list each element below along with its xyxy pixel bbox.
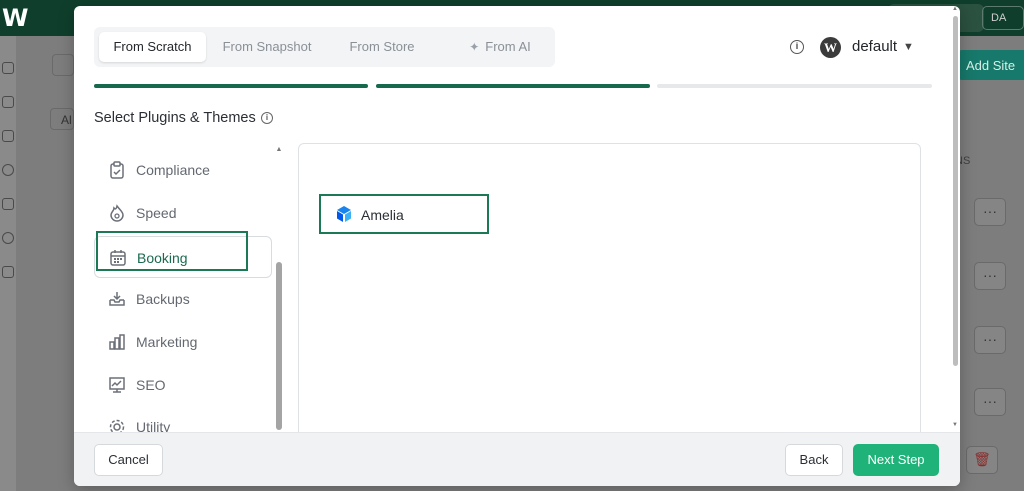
info-icon[interactable]: i	[261, 112, 273, 124]
category-label: Utility	[136, 419, 171, 432]
tab-label: From Scratch	[113, 39, 192, 54]
category-item-utility[interactable]: Utility	[94, 406, 272, 432]
category-label: Compliance	[136, 162, 210, 178]
gear-icon	[109, 419, 125, 432]
plugin-label: Amelia	[361, 207, 404, 223]
amelia-logo-icon	[337, 206, 351, 222]
row-more-button[interactable]: ···	[974, 262, 1006, 290]
create-site-modal: From Scratch From Snapshot From Store ✦ F…	[74, 6, 960, 486]
clipboard-check-icon	[110, 161, 124, 179]
tab-from-store[interactable]: From Store	[334, 32, 430, 62]
tab-label: From Store	[349, 39, 415, 54]
filter-label: Al	[61, 113, 72, 127]
category-label: Marketing	[136, 334, 198, 350]
user-menu-button[interactable]: DA	[982, 6, 1024, 30]
row-more-button[interactable]: ···	[974, 326, 1006, 354]
sparkle-icon: ✦	[469, 40, 480, 54]
arrow-circle-icon[interactable]	[2, 164, 14, 176]
app-logo: W	[2, 4, 29, 32]
booking-highlight-box	[96, 231, 248, 271]
layout-icon[interactable]	[2, 62, 14, 74]
category-item-marketing[interactable]: Marketing	[94, 321, 272, 363]
next-step-button[interactable]: Next Step	[853, 444, 939, 476]
tab-from-scratch[interactable]: From Scratch	[99, 32, 206, 62]
tag-icon[interactable]	[2, 198, 14, 210]
category-scrollbar[interactable]: ▲	[274, 146, 284, 432]
puzzle-icon[interactable]	[2, 266, 14, 278]
category-label: Speed	[136, 205, 177, 221]
scroll-up-arrow-icon[interactable]: ▲	[274, 146, 284, 156]
add-site-label: Add Site	[966, 58, 1016, 73]
info-icon[interactable]: i	[790, 40, 804, 54]
scrollbar-thumb[interactable]	[276, 262, 282, 430]
progress-step-2	[376, 84, 650, 88]
grid-icon[interactable]	[2, 96, 14, 108]
tab-from-snapshot[interactable]: From Snapshot	[214, 32, 320, 62]
filter-all-tab[interactable]: Al	[50, 108, 74, 130]
user-initials: DA	[991, 12, 1007, 24]
progress-step-3	[657, 84, 932, 88]
section-title: Select Plugins & Themes	[94, 110, 256, 126]
category-item-speed[interactable]: Speed	[94, 192, 272, 234]
network-icon[interactable]	[2, 130, 14, 142]
category-label: SEO	[136, 377, 166, 393]
category-label: Backups	[136, 291, 190, 307]
tab-from-ai[interactable]: ✦ From AI	[450, 32, 550, 62]
source-tabs: From Scratch From Snapshot From Store ✦ F…	[94, 27, 555, 67]
plugin-card-amelia[interactable]: Amelia	[319, 194, 489, 234]
progress-step-1	[94, 84, 368, 88]
tab-label: From Snapshot	[222, 39, 312, 54]
presentation-chart-icon	[109, 377, 125, 393]
speed-flame-icon	[110, 204, 124, 222]
category-item-compliance[interactable]: Compliance	[94, 149, 272, 191]
bar-chart-icon	[109, 334, 125, 350]
chevron-down-icon[interactable]: ▼	[903, 37, 914, 57]
category-item-backups[interactable]: Backups	[94, 278, 272, 320]
scroll-up-arrow-icon[interactable]: ▲	[952, 6, 958, 12]
add-site-button[interactable]: Add Site	[958, 50, 1024, 80]
settings-icon[interactable]	[2, 232, 14, 244]
sidebar-toggle-icon[interactable]	[52, 54, 74, 76]
plugin-panel: Amelia	[298, 143, 921, 443]
scrollbar-thumb[interactable]	[953, 16, 958, 366]
modal-footer: Cancel Back Next Step	[74, 432, 960, 486]
modal-scrollbar[interactable]: ▲ ▼	[952, 6, 960, 432]
row-more-button[interactable]: ···	[974, 388, 1006, 416]
cancel-button[interactable]: Cancel	[94, 444, 163, 476]
category-item-seo[interactable]: SEO	[94, 364, 272, 406]
workspace-selector[interactable]: default	[852, 37, 897, 57]
row-delete-button[interactable]: 🗑	[966, 446, 998, 474]
category-list: Compliance Speed Booking Backups Marketi…	[94, 144, 274, 432]
back-button[interactable]: Back	[785, 444, 843, 476]
row-more-button[interactable]: ···	[974, 198, 1006, 226]
tab-label: From AI	[485, 39, 531, 54]
wordpress-icon: W	[820, 37, 841, 58]
app-sidebar	[0, 36, 16, 491]
backup-tray-icon	[109, 292, 125, 306]
scroll-down-arrow-icon[interactable]: ▼	[952, 422, 958, 428]
